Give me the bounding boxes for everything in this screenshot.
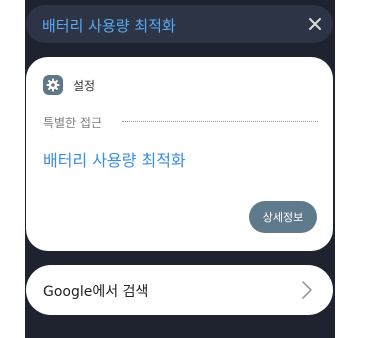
section-label: 특별한 접근	[43, 116, 103, 130]
google-search-row[interactable]: Google에서 검색	[26, 265, 333, 315]
dotted-divider	[122, 121, 318, 122]
result-title[interactable]: 배터리 사용량 최적화	[43, 147, 186, 171]
google-search-label: Google에서 검색	[43, 284, 149, 300]
detail-button[interactable]: 상세정보	[249, 201, 317, 233]
search-bar[interactable]: 배터리 사용량 최적화	[26, 5, 333, 43]
app-name: 설정	[73, 79, 96, 93]
search-query[interactable]: 배터리 사용량 최적화	[42, 15, 176, 36]
settings-gear-icon	[43, 75, 63, 95]
result-card[interactable]: 설정 특별한 접근 배터리 사용량 최적화 상세정보	[26, 57, 333, 251]
chevron-right-icon	[302, 281, 312, 299]
search-screen: 배터리 사용량 최적화 설정 특별한 접근 배터리 사용량 최적화 상세정보 G…	[25, 0, 335, 338]
close-icon[interactable]	[305, 14, 325, 34]
